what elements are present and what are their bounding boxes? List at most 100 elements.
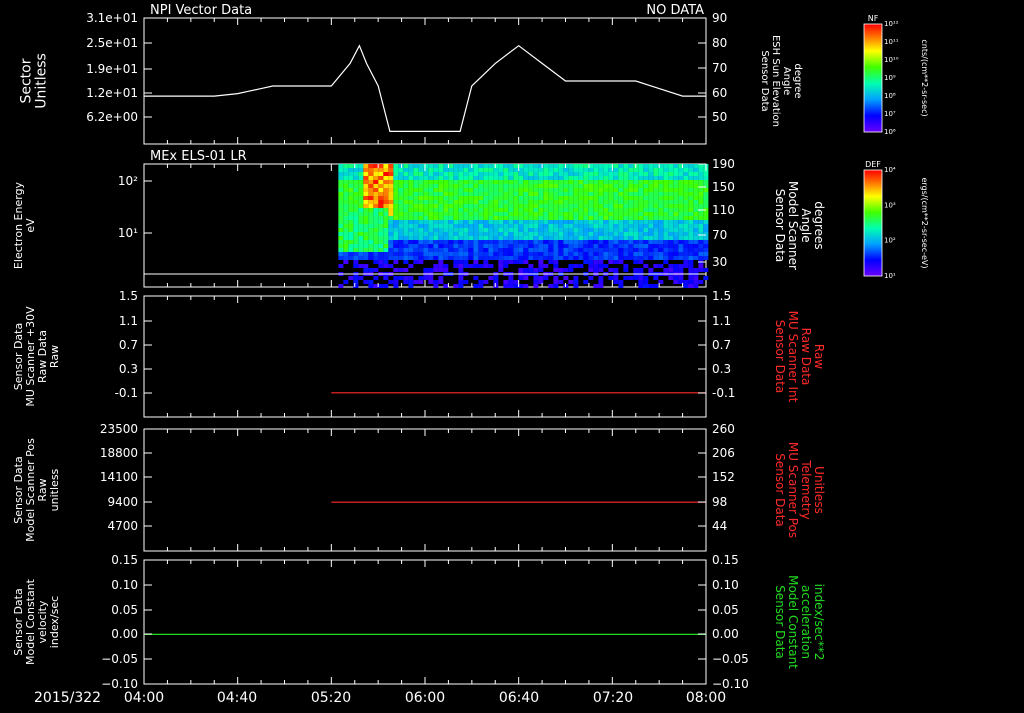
spectrogram-cell — [608, 268, 614, 272]
spectrogram-cell — [548, 172, 554, 176]
spectrogram-cell — [503, 168, 509, 172]
spectrogram-cell — [688, 164, 694, 168]
spectrogram-cell — [623, 184, 629, 188]
spectrogram-cell — [558, 208, 564, 212]
spectrogram-cell — [408, 204, 414, 208]
spectrogram-cell — [508, 228, 514, 232]
right-tick-label: 0.7 — [712, 338, 731, 352]
spectrogram-cell — [438, 276, 444, 280]
spectrogram-cell — [568, 256, 574, 260]
spectrogram-cell — [523, 164, 529, 168]
spectrogram-cell — [538, 280, 544, 284]
spectrogram-cell — [523, 212, 529, 216]
spectrogram-cell — [613, 200, 619, 204]
spectrogram-cell — [473, 216, 479, 220]
spectrogram-cell — [608, 232, 614, 236]
spectrogram-cell — [388, 184, 394, 188]
spectrogram-cell — [583, 236, 589, 240]
spectrogram-cell — [453, 180, 459, 184]
spectrogram-cell — [398, 212, 404, 216]
spectrogram-cell — [578, 220, 584, 224]
spectrogram-cell — [428, 268, 434, 272]
spectrogram-cell — [588, 192, 594, 196]
spectrogram-cell — [343, 180, 349, 184]
spectrogram-cell — [563, 228, 569, 232]
spectrogram-cell — [548, 232, 554, 236]
spectrogram-cell — [438, 220, 444, 224]
spectrogram-cell — [643, 280, 649, 284]
spectrogram-cell — [518, 232, 524, 236]
spectrogram-cell — [583, 240, 589, 244]
spectrogram-cell — [378, 164, 384, 168]
right-axis-label: Telemetry — [799, 459, 813, 519]
spectrogram-cell — [558, 224, 564, 228]
spectrogram-cell — [663, 252, 669, 256]
spectrogram-cell — [468, 196, 474, 200]
spectrogram-cell — [338, 240, 344, 244]
spectrogram-cell — [528, 196, 534, 200]
spectrogram-cell — [658, 252, 664, 256]
spectrogram-cell — [408, 232, 414, 236]
spectrogram-cell — [563, 240, 569, 244]
spectrogram-cell — [533, 240, 539, 244]
spectrogram-cell — [338, 196, 344, 200]
spectrogram-cell — [573, 252, 579, 256]
spectrogram-cell — [358, 176, 364, 180]
spectrogram-cell — [443, 236, 449, 240]
spectrogram-cell — [448, 176, 454, 180]
left-tick-label: 0.15 — [111, 553, 138, 567]
spectrogram-cell — [453, 228, 459, 232]
spectrogram-cell — [663, 176, 669, 180]
spectrogram-cell — [648, 240, 654, 244]
spectrogram-cell — [533, 204, 539, 208]
spectrogram-cell — [553, 208, 559, 212]
spectrogram-cell — [603, 176, 609, 180]
spectrogram-cell — [608, 172, 614, 176]
spectrogram-cell — [413, 232, 419, 236]
spectrogram-cell — [523, 232, 529, 236]
spectrogram-cell — [618, 200, 624, 204]
spectrogram-cell — [533, 192, 539, 196]
spectrogram-cell — [593, 232, 599, 236]
spectrogram-cell — [483, 180, 489, 184]
spectrogram-cell — [453, 248, 459, 252]
spectrogram-cell — [353, 284, 359, 288]
spectrogram-cell — [428, 252, 434, 256]
spectrogram-cell — [633, 256, 639, 260]
spectrogram-cell — [383, 184, 389, 188]
spectrogram-cell — [678, 256, 684, 260]
spectrogram-cell — [358, 204, 364, 208]
spectrogram-cell — [493, 248, 499, 252]
spectrogram-cell — [428, 172, 434, 176]
spectrogram-cell — [488, 256, 494, 260]
spectrogram-cell — [468, 180, 474, 184]
spectrogram-cell — [353, 164, 359, 168]
spectrogram-cell — [668, 176, 674, 180]
spectrogram-cell — [388, 228, 394, 232]
spectrogram-cell — [693, 188, 699, 192]
spectrogram-cell — [338, 204, 344, 208]
spectrogram-cell — [578, 224, 584, 228]
spectrogram-cell — [503, 228, 509, 232]
spectrogram-cell — [663, 260, 669, 264]
spectrogram-cell — [663, 220, 669, 224]
spectrogram-cell — [638, 164, 644, 168]
spectrogram-cell — [428, 240, 434, 244]
spectrogram-cell — [568, 240, 574, 244]
spectrogram-cell — [653, 256, 659, 260]
spectrogram-cell — [453, 240, 459, 244]
spectrogram-cell — [638, 248, 644, 252]
spectrogram-cell — [608, 256, 614, 260]
spectrogram-cell — [458, 164, 464, 168]
spectrogram-cell — [643, 216, 649, 220]
spectrogram-cell — [373, 276, 379, 280]
spectrogram-cell — [653, 236, 659, 240]
spectrogram-cell — [473, 184, 479, 188]
spectrogram-cell — [673, 232, 679, 236]
spectrogram-cell — [518, 172, 524, 176]
spectrogram-cell — [683, 236, 689, 240]
spectrogram-cell — [628, 276, 634, 280]
spectrogram-cell — [608, 260, 614, 264]
spectrogram-cell — [343, 208, 349, 212]
spectrogram-cell — [613, 220, 619, 224]
